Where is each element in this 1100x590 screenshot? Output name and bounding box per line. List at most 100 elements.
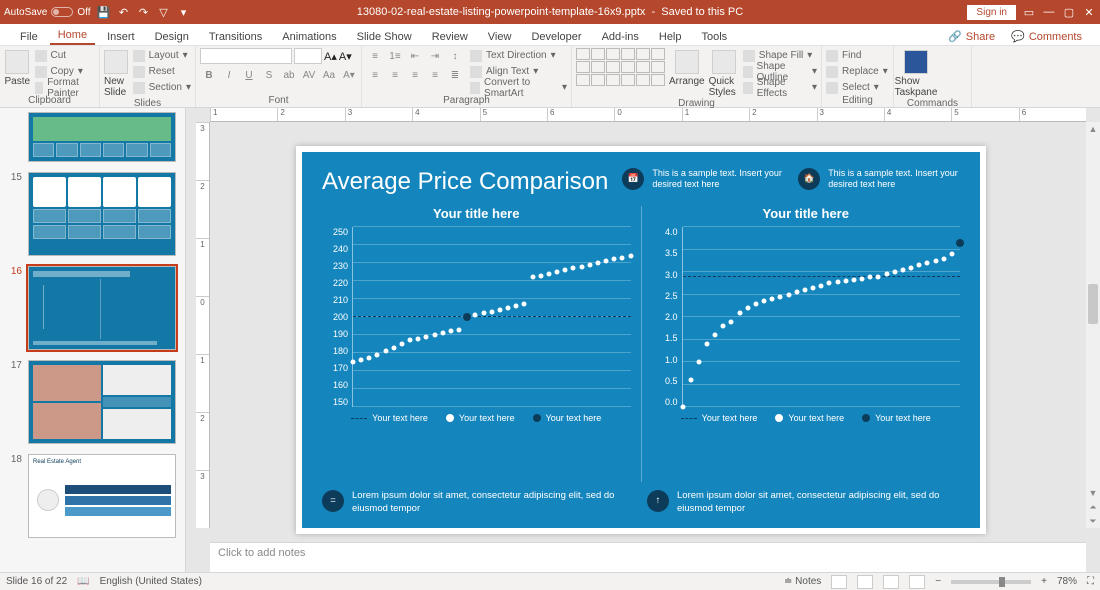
vertical-scrollbar[interactable]: ▲ ▼ ⏶ ⏷ [1086,122,1100,528]
fit-to-window-button[interactable]: ⛶ [1087,576,1094,587]
scroll-up-icon[interactable]: ▲ [1086,122,1100,136]
slide-thumbnail[interactable] [28,360,176,444]
prev-slide-icon[interactable]: ⏶ [1086,500,1100,514]
slide-thumbnail[interactable] [28,172,176,256]
qat-customize-icon[interactable]: ▾ [177,5,191,19]
sign-in-button[interactable]: Sign in [967,5,1016,20]
arrange-button[interactable]: Arrange [669,48,705,87]
tab-file[interactable]: File [12,29,46,45]
columns-button[interactable]: ≣ [446,67,464,83]
italic-button[interactable]: I [220,67,238,83]
tab-help[interactable]: Help [651,29,690,45]
layout-button[interactable]: Layout ▾ [133,48,191,63]
thumb-row[interactable]: 15 [6,172,183,256]
select-button[interactable]: Select ▾ [826,80,888,95]
minimize-icon[interactable]: — [1042,5,1056,19]
char-spacing-button[interactable]: AV [300,67,318,83]
bullets-button[interactable]: ≡ [366,48,384,64]
zoom-slider[interactable] [951,580,1031,584]
shadow-button[interactable]: ab [280,67,298,83]
shapes-gallery[interactable] [576,48,665,86]
decrease-font-icon[interactable]: A▾ [339,50,352,63]
next-slide-icon[interactable]: ⏷ [1086,514,1100,528]
notes-pane[interactable]: Click to add notes [210,542,1086,572]
shape-effects-button[interactable]: Shape Effects ▾ [743,80,817,95]
note-block-1[interactable]: 📅 This is a sample text. Insert your des… [622,168,784,191]
find-button[interactable]: Find [826,48,888,63]
change-case-button[interactable]: Aa [320,67,338,83]
zoom-out-button[interactable]: − [935,576,941,587]
bold-button[interactable]: B [200,67,218,83]
align-right-button[interactable]: ≡ [406,67,424,83]
maximize-icon[interactable]: ▢ [1062,5,1076,19]
slide-thumbnail[interactable] [28,112,176,162]
share-button[interactable]: 🔗 Share [942,28,1001,45]
reading-view-button[interactable] [883,575,899,589]
note-block-2[interactable]: 🏠 This is a sample text. Insert your des… [798,168,960,191]
undo-icon[interactable]: ↶ [117,5,131,19]
font-color-button[interactable]: A▾ [340,67,358,83]
start-from-beginning-icon[interactable]: ▽ [157,5,171,19]
tab-design[interactable]: Design [147,29,197,45]
tab-add-ins[interactable]: Add-ins [594,29,647,45]
align-center-button[interactable]: ≡ [386,67,404,83]
caption-left[interactable]: = Lorem ipsum dolor sit amet, consectetu… [322,490,635,516]
autosave-pill[interactable] [51,7,73,17]
font-size-input[interactable] [294,48,322,64]
spellcheck-icon[interactable]: 📖 [77,576,89,587]
notes-button[interactable]: ≐ Notes [784,576,821,587]
tab-slide-show[interactable]: Slide Show [349,29,420,45]
scroll-thumb[interactable] [1088,284,1098,324]
thumb-row[interactable] [6,112,183,162]
thumb-row[interactable]: 18 Real Estate Agent [6,454,183,538]
save-icon[interactable]: 💾 [97,5,111,19]
replace-button[interactable]: Replace ▾ [826,64,888,79]
zoom-in-button[interactable]: + [1041,576,1047,587]
ribbon-display-options-icon[interactable]: ▭ [1022,5,1036,19]
tab-developer[interactable]: Developer [523,29,589,45]
language-button[interactable]: English (United States) [100,576,202,587]
show-taskpane-button[interactable]: Show Taskpane [898,48,934,98]
tab-animations[interactable]: Animations [274,29,344,45]
comments-button[interactable]: 💬 Comments [1005,28,1088,45]
chart-left[interactable]: Your title here 250240230220210200190180… [322,206,642,482]
cut-button[interactable]: Cut [35,48,95,63]
caption-right[interactable]: ↑ Lorem ipsum dolor sit amet, consectetu… [647,490,960,516]
slide-sorter-view-button[interactable] [857,575,873,589]
autosave-toggle[interactable]: AutoSave Off [4,7,91,18]
new-slide-button[interactable]: New Slide [104,48,129,98]
line-spacing-button[interactable]: ↕ [446,48,464,64]
slide-thumbnail-pane[interactable]: 15 16 [0,108,186,572]
increase-font-icon[interactable]: A▴ [324,50,337,63]
align-left-button[interactable]: ≡ [366,67,384,83]
quick-styles-button[interactable]: Quick Styles [709,48,739,98]
chart-right[interactable]: Your title here 4.03.53.02.52.01.51.00.5… [652,206,961,482]
tab-view[interactable]: View [480,29,520,45]
zoom-percent[interactable]: 78% [1057,576,1077,587]
smartart-button[interactable]: Convert to SmartArt ▾ [470,80,567,95]
reset-button[interactable]: Reset [133,64,191,79]
strikethrough-button[interactable]: S [260,67,278,83]
slide[interactable]: Average Price Comparison 📅 This is a sam… [296,146,986,534]
format-painter-button[interactable]: Format Painter [35,80,95,95]
thumb-row[interactable]: 17 [6,360,183,444]
paste-button[interactable]: Paste [4,48,31,87]
slide-title[interactable]: Average Price Comparison [322,168,608,196]
tab-review[interactable]: Review [424,29,476,45]
slideshow-view-button[interactable] [909,575,925,589]
slide-thumbnail-active[interactable] [28,266,176,350]
close-icon[interactable]: ✕ [1082,5,1096,19]
justify-button[interactable]: ≡ [426,67,444,83]
tab-tools[interactable]: Tools [694,29,736,45]
tab-transitions[interactable]: Transitions [201,29,270,45]
decrease-indent-button[interactable]: ⇤ [406,48,424,64]
increase-indent-button[interactable]: ⇥ [426,48,444,64]
tab-insert[interactable]: Insert [99,29,143,45]
normal-view-button[interactable] [831,575,847,589]
numbering-button[interactable]: 1≡ [386,48,404,64]
thumb-row[interactable]: 16 [6,266,183,350]
underline-button[interactable]: U [240,67,258,83]
tab-home[interactable]: Home [50,27,95,45]
text-direction-button[interactable]: Text Direction ▾ [470,48,567,63]
font-name-input[interactable] [200,48,292,64]
